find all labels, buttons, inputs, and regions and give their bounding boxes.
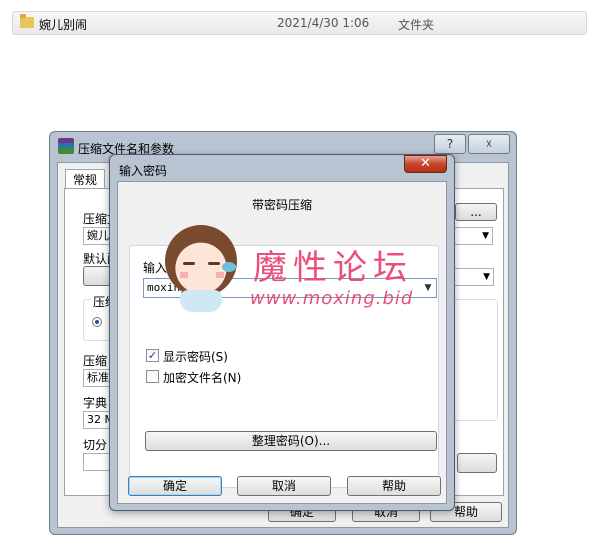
watermark-blush — [180, 272, 224, 278]
split-label: 切分 — [83, 438, 108, 452]
watermark-bow — [222, 262, 236, 272]
close-icon[interactable]: ✕ — [404, 155, 447, 173]
ok-button[interactable]: 确定 — [128, 476, 222, 496]
radio-dot — [95, 320, 99, 324]
watermark-eye — [183, 262, 195, 265]
password-input-label: 输入 — [143, 261, 168, 275]
chevron-down-icon: ▼ — [482, 231, 489, 241]
chevron-down-icon[interactable]: ▼ — [420, 279, 436, 297]
folder-icon — [20, 14, 34, 28]
show-password-checkbox[interactable]: ✓ — [146, 349, 159, 362]
explorer-folder-row[interactable]: 婉儿别闹 2021/4/30 1:06 文件夹 — [12, 11, 587, 35]
cancel-button[interactable]: 取消 — [237, 476, 331, 496]
chevron-down-icon: ▼ — [483, 272, 490, 282]
dict-label: 字典 — [83, 396, 108, 410]
folder-date: 2021/4/30 1:06 — [277, 16, 370, 30]
encrypt-names-checkbox[interactable] — [146, 370, 159, 383]
help-button[interactable]: 帮助 — [347, 476, 441, 496]
format-radio[interactable] — [92, 317, 102, 327]
encrypt-names-label[interactable]: 加密文件名(N) — [163, 369, 241, 386]
checkmark-icon: ✓ — [147, 349, 158, 362]
password-dialog: 输入密码 ✕ 带密码压缩 输入 moxing ▼ ✓ 显示密码(S) 加密文件名… — [109, 154, 455, 511]
method-label: 压缩 — [83, 354, 108, 368]
close-title-button[interactable]: ☓ — [468, 134, 510, 154]
browse-button[interactable]: ... — [455, 203, 497, 221]
watermark-url: www.moxing.bid — [250, 288, 414, 309]
folder-name: 婉儿别闹 — [39, 18, 88, 32]
help-title-button[interactable]: ? — [434, 134, 466, 154]
password-dialog-title: 输入密码 — [119, 164, 168, 178]
show-password-label[interactable]: 显示密码(S) — [163, 348, 228, 365]
manage-passwords-button[interactable]: 整理密码(O)... — [145, 431, 437, 451]
watermark-body — [180, 290, 222, 312]
watermark-eye — [208, 262, 220, 265]
tab-general[interactable]: 常规 — [65, 169, 105, 190]
winrar-icon — [58, 138, 74, 154]
password-heading: 带密码压缩 — [251, 198, 312, 212]
folder-type: 文件夹 — [398, 18, 435, 32]
watermark-text: 魔性论坛 — [253, 248, 413, 288]
set-password-button[interactable] — [457, 453, 497, 473]
password-dialog-body: 带密码压缩 输入 moxing ▼ ✓ 显示密码(S) 加密文件名(N) 整理密… — [117, 181, 447, 504]
watermark-avatar — [165, 225, 237, 297]
